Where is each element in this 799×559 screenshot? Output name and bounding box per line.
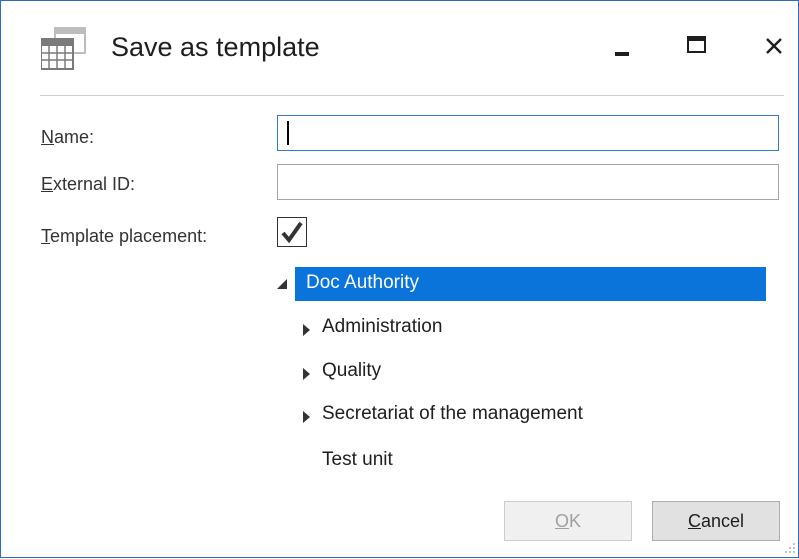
external-id-label-accelerator: E [41, 174, 54, 194]
minimize-icon [615, 52, 629, 56]
collapsed-arrow-icon[interactable] [301, 321, 311, 343]
tree-item-label: Quality [322, 360, 382, 381]
template-placement-checkbox[interactable] [277, 217, 307, 247]
dialog-window: Save as template Name: External ID: Temp… [0, 0, 799, 558]
collapsed-arrow-icon[interactable] [301, 408, 311, 430]
close-icon [766, 38, 782, 54]
cancel-button[interactable]: Cancel [652, 501, 780, 541]
external-id-label: External ID: [41, 174, 135, 195]
external-id-label-text: xternal ID: [53, 174, 136, 194]
tree-item-label: Administration [322, 316, 443, 337]
title-bar[interactable]: Save as template [1, 1, 798, 95]
window-title: Save as template [111, 32, 320, 62]
name-input[interactable] [277, 115, 779, 151]
template-placement-label-text: emplate placement: [50, 226, 208, 246]
ok-button-text: K [569, 510, 582, 531]
tree-item-doc-authority[interactable]: Doc Authority [295, 267, 766, 301]
name-label-text: ame: [54, 127, 95, 147]
ok-button[interactable]: OK [504, 501, 632, 541]
template-placement-label-accelerator: T [41, 226, 50, 246]
expanded-arrow-icon[interactable] [275, 277, 289, 296]
resize-grip-icon[interactable] [784, 541, 796, 559]
name-label-accelerator: N [41, 127, 54, 147]
checkmark-icon [281, 221, 303, 244]
ok-button-accelerator: O [554, 510, 569, 531]
maximize-icon [687, 36, 706, 53]
minimize-button[interactable] [603, 27, 643, 67]
collapsed-arrow-icon[interactable] [301, 365, 311, 387]
calendar-grid-icon [40, 26, 89, 71]
external-id-input[interactable] [277, 164, 779, 200]
text-caret [287, 121, 289, 145]
maximize-button[interactable] [681, 27, 721, 67]
cancel-button-text: ancel [700, 510, 745, 531]
name-label: Name: [41, 127, 94, 148]
tree-item-label: Doc Authority [306, 272, 419, 293]
tree-item-label: Test unit [322, 449, 393, 470]
template-placement-label: Template placement: [41, 226, 207, 247]
close-button[interactable] [755, 27, 795, 67]
cancel-button-accelerator: C [687, 510, 701, 531]
title-divider [40, 95, 784, 96]
tree-item-label: Secretariat of the management [322, 403, 583, 424]
